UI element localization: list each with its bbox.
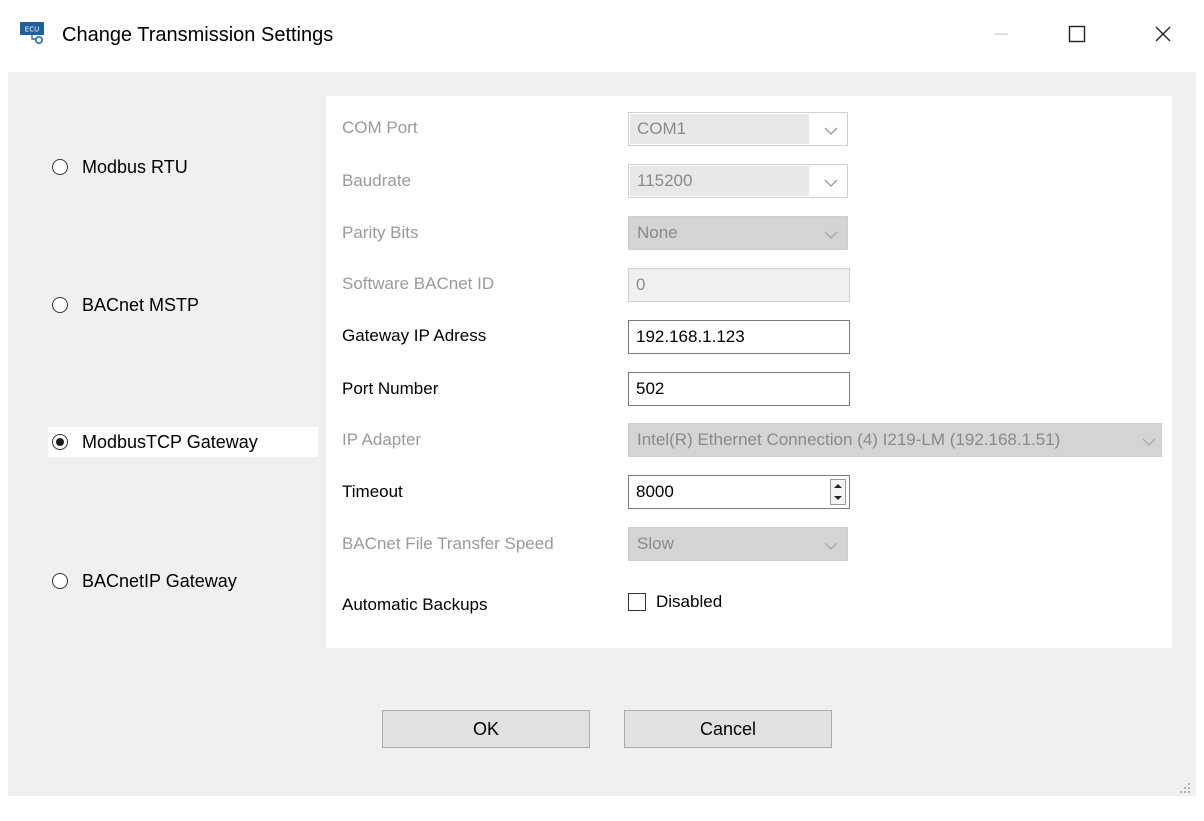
radio-indicator-checked[interactable] bbox=[52, 434, 68, 450]
timeout-label: Timeout bbox=[342, 482, 403, 501]
baudrate-label: Baudrate bbox=[342, 171, 411, 190]
port-number-field[interactable]: 502 bbox=[628, 372, 850, 406]
automatic-backups-checkbox[interactable]: Disabled bbox=[628, 589, 722, 615]
radio-bacnet-mstp[interactable]: BACnet MSTP bbox=[48, 290, 199, 320]
radio-indicator[interactable] bbox=[52, 297, 68, 313]
radio-indicator[interactable] bbox=[52, 573, 68, 589]
title-bar[interactable]: ECU Change Transmission Settings bbox=[8, 0, 1196, 72]
ok-button[interactable]: OK bbox=[382, 710, 590, 748]
chevron-down-icon bbox=[1141, 434, 1157, 448]
svg-text:ECU: ECU bbox=[25, 26, 39, 34]
radio-bacnetip-gateway[interactable]: BACnetIP Gateway bbox=[48, 566, 237, 596]
app-icon: ECU bbox=[20, 22, 46, 46]
minimize-button[interactable] bbox=[978, 14, 1024, 54]
checkbox-label: Disabled bbox=[656, 592, 723, 611]
radio-modbustcp-gateway[interactable]: ModbusTCP Gateway bbox=[48, 427, 318, 457]
minimize-icon bbox=[993, 32, 1009, 36]
file-transfer-speed-select[interactable]: Slow bbox=[628, 527, 848, 561]
window-title: Change Transmission Settings bbox=[62, 24, 334, 46]
ip-adapter-value: Intel(R) Ethernet Connection (4) I219-LM… bbox=[637, 430, 1061, 449]
software-bacnet-id-label: Software BACnet ID bbox=[342, 274, 495, 293]
radio-indicator[interactable] bbox=[52, 159, 68, 175]
maximize-icon bbox=[1068, 25, 1086, 43]
close-icon bbox=[1154, 25, 1172, 43]
parity-bits-select[interactable]: None bbox=[628, 216, 848, 250]
file-transfer-speed-value: Slow bbox=[637, 534, 674, 553]
decrement-icon[interactable] bbox=[831, 492, 845, 504]
gateway-ip-field[interactable]: 192.168.1.123 bbox=[628, 320, 850, 354]
timeout-stepper[interactable]: 8000 bbox=[628, 475, 850, 509]
timeout-value: 8000 bbox=[636, 482, 674, 501]
radio-label: BACnetIP Gateway bbox=[82, 570, 237, 591]
resize-grip-icon[interactable] bbox=[1180, 780, 1190, 793]
dialog-body: Modbus RTU BACnet MSTP ModbusTCP Gateway… bbox=[8, 72, 1196, 796]
close-button[interactable] bbox=[1140, 14, 1186, 54]
file-transfer-speed-label: BACnet File Transfer Speed bbox=[342, 534, 554, 553]
ip-adapter-select[interactable]: Intel(R) Ethernet Connection (4) I219-LM… bbox=[628, 423, 1162, 457]
ip-adapter-label: IP Adapter bbox=[342, 430, 422, 449]
chevron-down-icon bbox=[823, 123, 839, 137]
parity-bits-value: None bbox=[637, 223, 678, 242]
port-number-label: Port Number bbox=[342, 379, 439, 398]
chevron-down-icon bbox=[823, 227, 839, 241]
radio-modbus-rtu[interactable]: Modbus RTU bbox=[48, 152, 188, 182]
software-bacnet-id-field[interactable]: 0 bbox=[628, 268, 850, 302]
automatic-backups-label: Automatic Backups bbox=[342, 595, 488, 614]
chevron-down-icon bbox=[823, 175, 839, 189]
com-port-select[interactable]: COM1 bbox=[628, 112, 848, 146]
com-port-label: COM Port bbox=[342, 118, 418, 137]
increment-icon[interactable] bbox=[831, 480, 845, 492]
baudrate-select[interactable]: 115200 bbox=[628, 164, 848, 198]
stepper-buttons[interactable] bbox=[830, 479, 846, 505]
checkbox-box[interactable] bbox=[628, 593, 646, 611]
radio-label: BACnet MSTP bbox=[82, 294, 200, 315]
maximize-button[interactable] bbox=[1054, 14, 1100, 54]
baudrate-value: 115200 bbox=[630, 166, 809, 196]
parity-bits-label: Parity Bits bbox=[342, 223, 419, 242]
com-port-value: COM1 bbox=[630, 114, 809, 144]
radio-label: ModbusTCP Gateway bbox=[82, 431, 258, 452]
gateway-ip-label: Gateway IP Adress bbox=[342, 326, 487, 345]
chevron-down-icon bbox=[823, 538, 839, 552]
cancel-button[interactable]: Cancel bbox=[624, 710, 832, 748]
radio-label: Modbus RTU bbox=[82, 156, 188, 177]
settings-panel: COM Port COM1 Baudrate 115200 Parity Bit… bbox=[326, 96, 1172, 648]
dialog-window: ECU Change Transmission Settings Modbus bbox=[8, 0, 1196, 821]
